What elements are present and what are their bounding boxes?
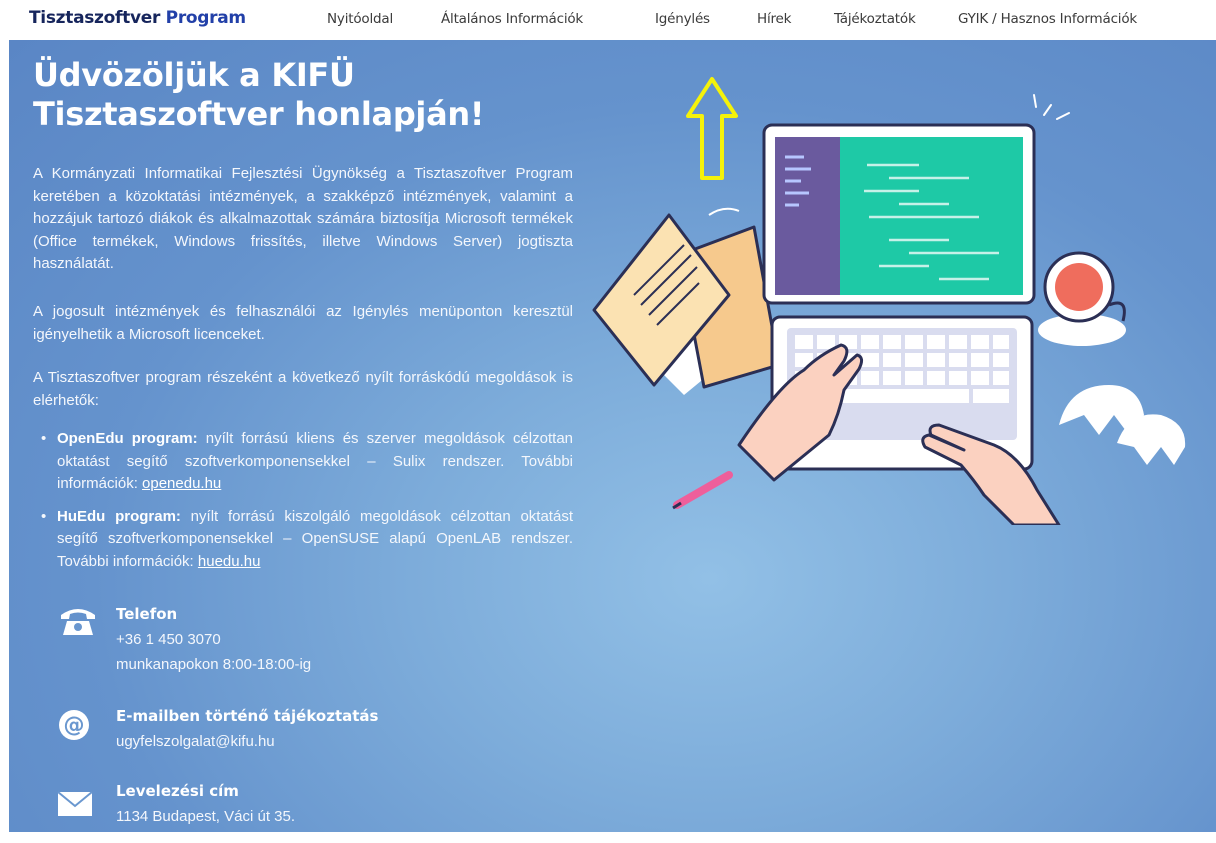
list-item-openedu: • OpenEdu program: nyílt forrású kliens … (41, 430, 574, 492)
mail-title: Levelezési cím (116, 782, 239, 800)
nav-item-home[interactable]: Nyitóoldal (327, 11, 393, 27)
bottom-divider (0, 832, 1216, 843)
mail-address: 1134 Budapest, Váci út 35. (116, 808, 296, 825)
phone-title: Telefon (116, 605, 178, 623)
telephone-icon (61, 609, 95, 635)
nav-item-faq[interactable]: GYIK / Hasznos Információk (958, 11, 1137, 27)
nav-item-news[interactable]: Hírek (757, 11, 791, 27)
huedu-label: HuEdu program: (57, 507, 181, 525)
huedu-link[interactable]: huedu.hu (198, 553, 261, 570)
page-title: Üdvözöljük a KIFÜ Tisztaszoftver honlapj… (33, 56, 593, 134)
openedu-link[interactable]: openedu.hu (142, 475, 221, 492)
nav-item-briefings[interactable]: Tájékoztatók (834, 11, 916, 27)
intro-paragraph: A Kormányzati Informatikai Fejlesztési Ü… (33, 165, 573, 272)
page-title-line-1: Üdvözöljük a KIFÜ (33, 56, 355, 94)
brand-text-primary: Tisztaszoftver (29, 8, 161, 28)
openedu-label: OpenEdu program: (57, 430, 198, 447)
brand-text-secondary: Program (165, 8, 246, 28)
page-title-line-2: Tisztaszoftver honlapján! (33, 95, 485, 133)
highlight-arrow-icon (686, 77, 738, 180)
email-title: E-mailben történő tájékoztatás (116, 707, 379, 725)
open-source-list: • OpenEdu program: nyílt forrású kliens … (33, 428, 573, 583)
open-source-paragraph: A Tisztaszoftver program részeként a köv… (33, 369, 573, 409)
nav-item-general-info[interactable]: Általános Információk (441, 11, 583, 27)
phone-hours: munkanapokon 8:00-18:00-ig (116, 656, 312, 673)
hero-section: Üdvözöljük a KIFÜ Tisztaszoftver honlapj… (9, 40, 1216, 832)
laptop-illustration (592, 94, 1186, 525)
top-navigation-bar: Tisztaszoftver Program Nyitóoldal Általá… (0, 0, 1216, 40)
at-sign-icon: @ (59, 710, 89, 740)
list-item-huedu: • HuEdu program: nyílt forrású kiszolgál… (41, 507, 573, 570)
nav-item-request[interactable]: Igénylés (655, 11, 710, 27)
email-address[interactable]: ugyfelszolgalat@kifu.hu (116, 733, 275, 750)
request-paragraph: A jogosult intézmények és felhasználói a… (33, 303, 573, 343)
phone-number[interactable]: +36 1 450 3070 (116, 631, 221, 648)
envelope-icon (57, 791, 93, 816)
svg-text:@: @ (64, 713, 85, 737)
site-logo[interactable]: Tisztaszoftver Program (29, 8, 246, 28)
